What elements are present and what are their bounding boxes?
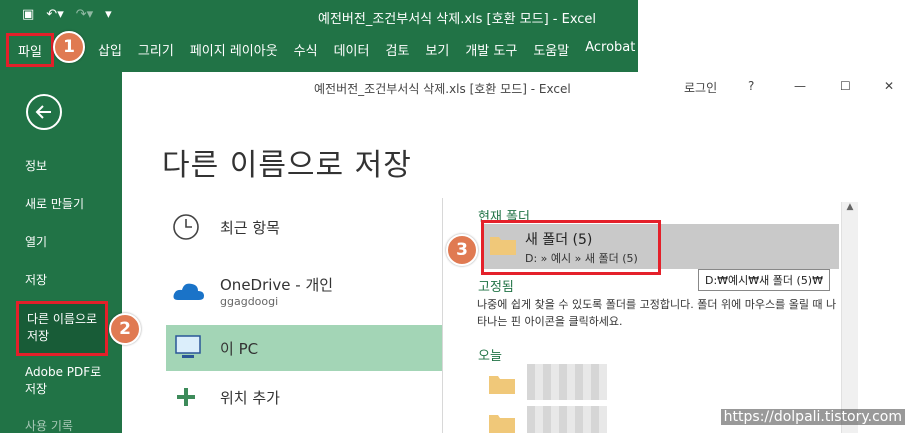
location-this-pc[interactable]: 이 PC [166, 325, 442, 371]
location-onedrive[interactable]: OneDrive - 개인 ggagdoogi [166, 268, 442, 314]
nav-info[interactable]: 정보 [25, 158, 47, 175]
pinned-hint: 나중에 쉽게 찾을 수 있도록 폴더를 고정합니다. 폴더 위에 마우스를 올릴… [477, 298, 837, 328]
backstage-nav: 정보 새로 만들기 열기 저장 다른 이름으로 저장 Adobe PDF로 저장… [0, 72, 122, 433]
location-onedrive-label: OneDrive - 개인 [220, 276, 334, 294]
back-button[interactable] [26, 94, 62, 130]
clock-icon [173, 214, 199, 240]
pane-divider [442, 198, 443, 433]
ribbon-tabs: 삽입 그리기 페이지 레이아웃 수식 데이터 검토 보기 개발 도구 도움말 A… [10, 40, 643, 59]
nav-save-as-label-1: 다른 이름으로 [27, 312, 98, 326]
tab-help[interactable]: 도움말 [525, 40, 577, 59]
tab-developer[interactable]: 개발 도구 [457, 40, 525, 59]
help-button[interactable]: ? [748, 79, 754, 93]
plus-icon [177, 388, 195, 406]
back-window-title: 예전버전_조건부서식 삭제.xls [호환 모드] - Excel [318, 12, 597, 27]
tab-data[interactable]: 데이터 [326, 40, 378, 59]
nav-new[interactable]: 새로 만들기 [25, 196, 84, 213]
page-title: 다른 이름으로 저장 [162, 148, 412, 183]
step-badge-3: 3 [446, 234, 478, 266]
front-title-bar: 예전버전_조건부서식 삭제.xls [호환 모드] - Excel 로그인 ? … [122, 72, 911, 102]
folder-icon [489, 415, 515, 433]
nav-history[interactable]: 사용 기록 [25, 418, 73, 435]
tab-acrobat[interactable]: Acrobat [577, 40, 643, 59]
scroll-up-icon[interactable]: ▲ [842, 202, 858, 212]
tab-formulas[interactable]: 수식 [286, 40, 326, 59]
location-recent-label: 최근 항목 [220, 218, 280, 237]
minimize-icon[interactable]: — [794, 79, 806, 93]
nav-adobe-pdf[interactable]: Adobe PDF로 저장 [25, 364, 101, 398]
folder-scrollbar[interactable]: ▲ [841, 202, 858, 433]
computer-icon [175, 335, 201, 358]
pinned-heading: 고정됨 [478, 280, 514, 295]
onedrive-cloud-icon [173, 283, 204, 300]
customize-icon[interactable]: ▾ [105, 7, 112, 22]
step-badge-2: 2 [109, 313, 141, 345]
close-icon[interactable]: ✕ [884, 79, 894, 93]
tab-insert[interactable]: 삽입 [90, 40, 130, 59]
nav-adobe-label-2: 저장 [25, 382, 48, 396]
signin-link[interactable]: 로그인 [684, 79, 717, 96]
arrow-left-icon [35, 105, 51, 119]
tab-review[interactable]: 검토 [377, 40, 417, 59]
location-add-place-label: 위치 추가 [220, 388, 280, 407]
folder-icon [489, 376, 515, 394]
nav-save-as[interactable]: 다른 이름으로 저장 [16, 301, 108, 356]
quick-access-toolbar: ▣ ↶▾ ↷▾ ▾ [22, 7, 112, 22]
save-icon[interactable]: ▣ [22, 7, 34, 22]
background-excel-window: ▣ ↶▾ ↷▾ ▾ 예전버전_조건부서식 삭제.xls [호환 모드] - Ex… [0, 0, 638, 72]
front-window-title: 예전버전_조건부서식 삭제.xls [호환 모드] - Excel [314, 82, 571, 96]
location-add-place[interactable]: 위치 추가 [166, 374, 442, 420]
location-recent[interactable]: 최근 항목 [166, 204, 442, 250]
watermark: https://dolpali.tistory.com [720, 409, 905, 425]
highlight-box-folder [481, 220, 661, 275]
folder-path-tooltip: D:₩예시₩새 폴더 (5)₩ [698, 269, 830, 291]
tab-page-layout[interactable]: 페이지 레이아웃 [182, 40, 286, 59]
tab-draw[interactable]: 그리기 [130, 40, 182, 59]
undo-icon[interactable]: ↶▾ [46, 7, 63, 22]
step-badge-1: 1 [53, 31, 85, 63]
tab-file[interactable]: 파일 [6, 33, 54, 67]
tab-view[interactable]: 보기 [417, 40, 457, 59]
today-heading: 오늘 [478, 349, 502, 364]
nav-save-as-label-2: 저장 [27, 329, 50, 343]
blurred-folder-name [527, 406, 607, 433]
nav-save[interactable]: 저장 [25, 272, 47, 289]
nav-open[interactable]: 열기 [25, 234, 47, 251]
location-this-pc-label: 이 PC [220, 339, 259, 358]
redo-icon[interactable]: ↷▾ [76, 7, 93, 22]
nav-adobe-label-1: Adobe PDF로 [25, 365, 102, 379]
maximize-icon[interactable]: ☐ [840, 79, 851, 93]
location-onedrive-account: ggagdoogi [220, 295, 279, 308]
blurred-folder-name [527, 364, 607, 400]
